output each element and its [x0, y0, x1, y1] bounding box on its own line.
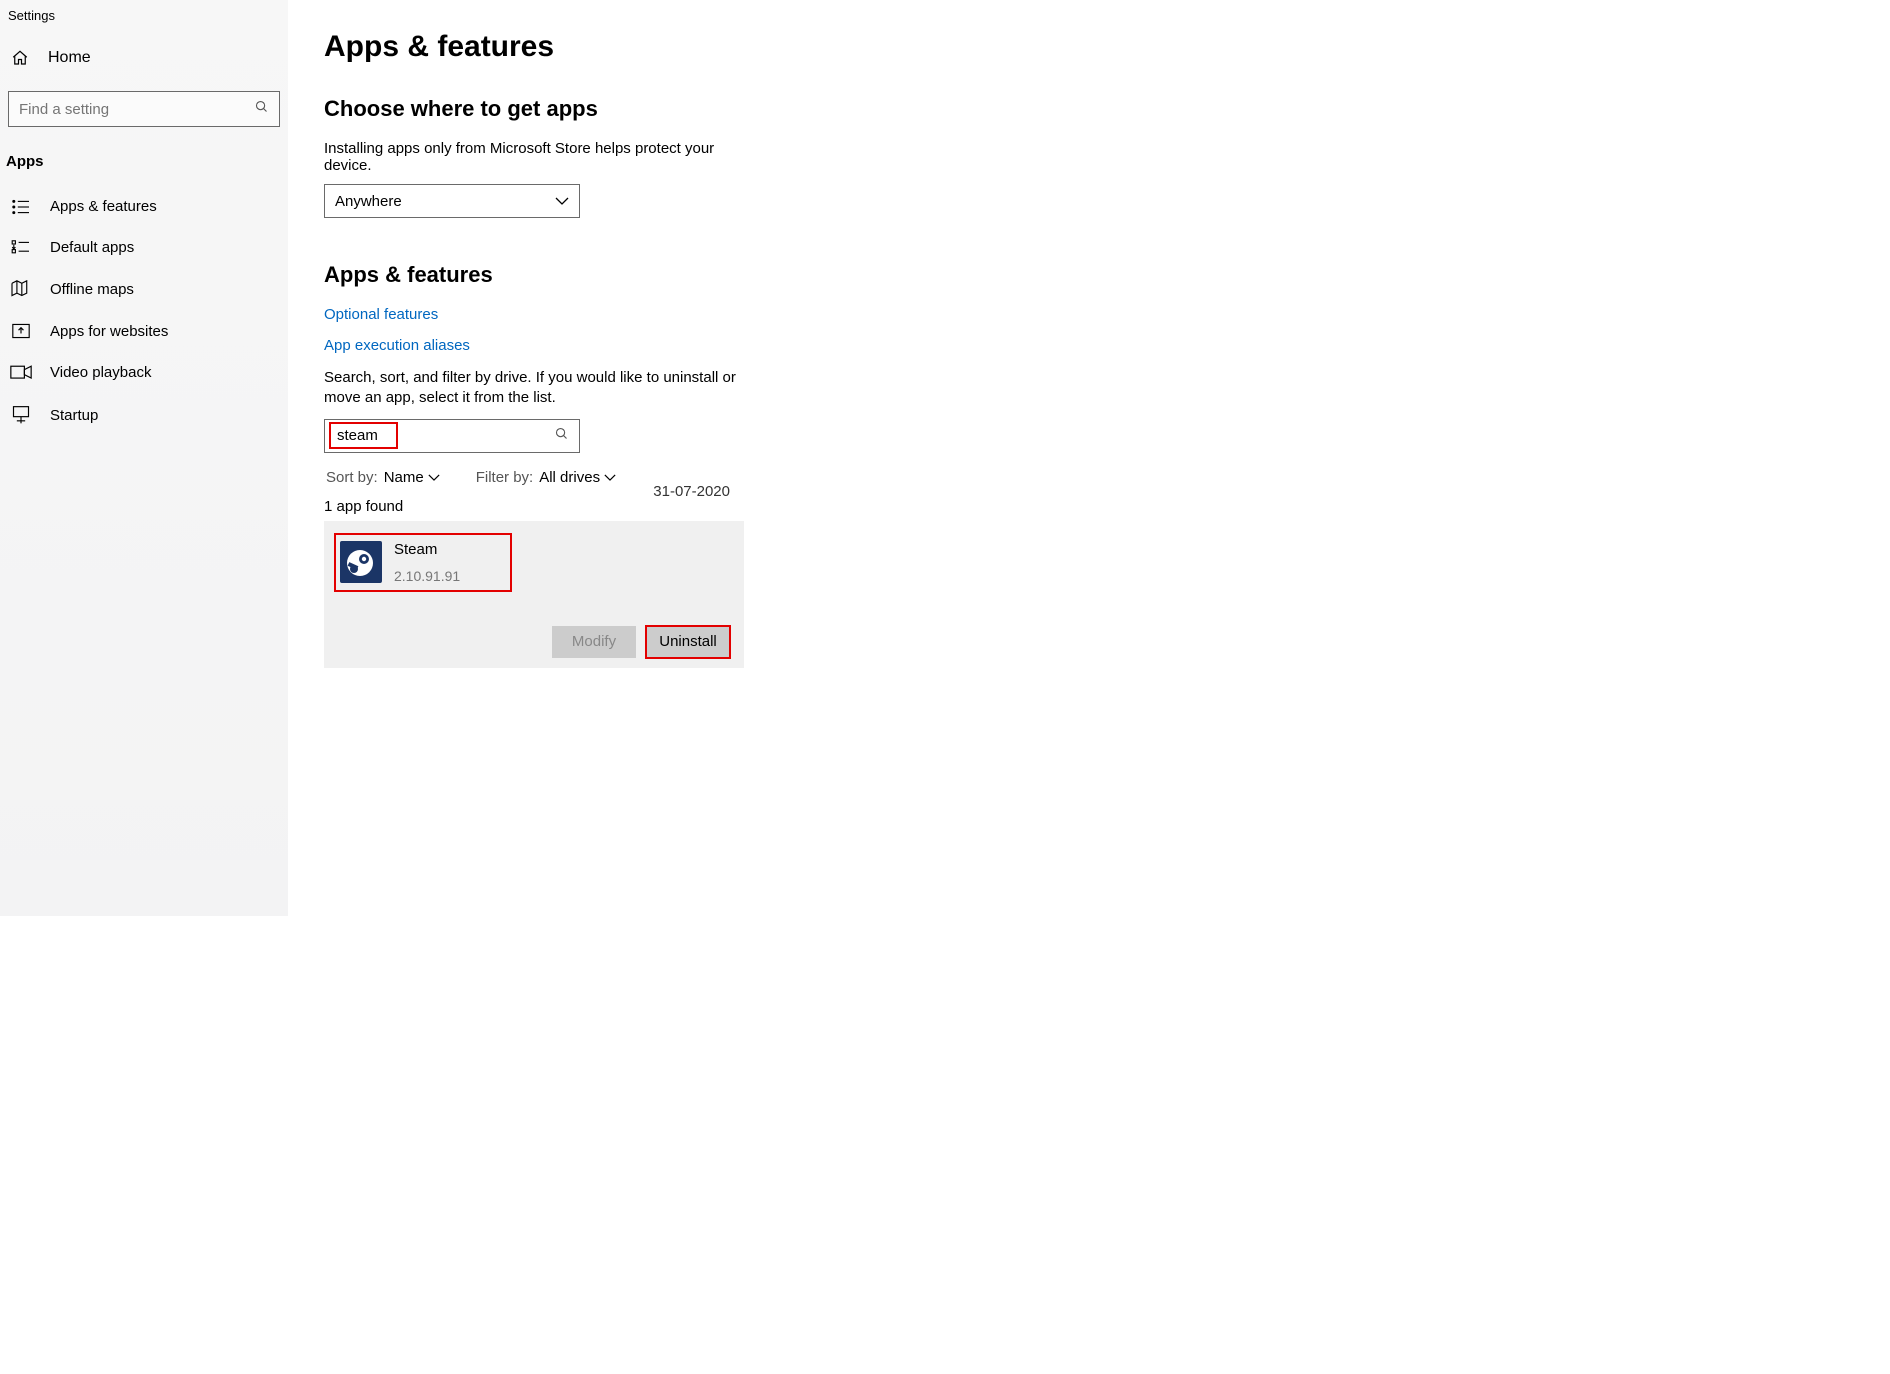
apps-features-icon [10, 199, 32, 215]
list-description: Search, sort, and filter by drive. If yo… [324, 368, 739, 409]
default-apps-icon [10, 240, 32, 256]
filter-by-dropdown[interactable]: Filter by: All drives [476, 469, 616, 486]
main-content: Apps & features Choose where to get apps… [288, 0, 1260, 916]
app-execution-aliases-link[interactable]: App execution aliases [324, 337, 1244, 354]
choose-heading: Choose where to get apps [324, 96, 1244, 122]
settings-search[interactable] [8, 91, 280, 127]
chevron-down-icon [428, 469, 440, 486]
app-item-version: 2.10.91.91 [394, 568, 460, 584]
app-source-dropdown[interactable]: Anywhere [324, 184, 580, 218]
window-title: Settings [4, 6, 284, 41]
optional-features-link[interactable]: Optional features [324, 306, 1244, 323]
uninstall-button[interactable]: Uninstall [646, 626, 730, 658]
sidebar-item-offline-maps[interactable]: Offline maps [4, 268, 284, 310]
sidebar-item-label: Offline maps [50, 281, 134, 298]
sidebar-item-startup[interactable]: Startup [4, 393, 284, 437]
apps-features-heading: Apps & features [324, 262, 1244, 288]
apps-for-websites-icon [10, 322, 32, 340]
modify-button: Modify [552, 626, 636, 658]
sidebar-section-title: Apps [4, 151, 284, 186]
offline-maps-icon [10, 280, 32, 298]
sidebar-item-default-apps[interactable]: Default apps [4, 227, 284, 268]
sort-by-value: Name [384, 469, 424, 486]
app-list-search-value: steam [337, 427, 378, 444]
sidebar-item-video-playback[interactable]: Video playback [4, 352, 284, 393]
sidebar-item-label: Startup [50, 407, 98, 424]
startup-icon [10, 405, 32, 425]
sidebar-item-apps-for-websites[interactable]: Apps for websites [4, 310, 284, 352]
sidebar-item-label: Default apps [50, 239, 134, 256]
app-item-name: Steam [394, 541, 460, 558]
video-playback-icon [10, 365, 32, 381]
home-nav[interactable]: Home [4, 41, 284, 75]
sort-by-dropdown[interactable]: Sort by: Name [326, 469, 440, 486]
chevron-down-icon [555, 193, 569, 210]
home-icon [10, 49, 30, 67]
filter-by-value: All drives [539, 469, 600, 486]
app-list-search[interactable]: steam [324, 419, 580, 453]
home-label: Home [48, 49, 91, 67]
app-list-item[interactable]: Steam 2.10.91.91 31-07-2020 Modify Unins… [324, 521, 744, 668]
sidebar-item-label: Video playback [50, 364, 151, 381]
filter-by-label: Filter by: [476, 469, 534, 486]
search-icon [254, 99, 269, 119]
sidebar: Settings Home Apps Apps & features Defa [0, 0, 288, 916]
sidebar-item-label: Apps for websites [50, 323, 168, 340]
chevron-down-icon [604, 469, 616, 486]
choose-description: Installing apps only from Microsoft Stor… [324, 140, 754, 174]
app-count: 1 app found [324, 498, 1244, 515]
search-icon [554, 426, 569, 445]
settings-search-input[interactable] [19, 101, 219, 118]
sidebar-item-label: Apps & features [50, 198, 157, 215]
page-title: Apps & features [324, 30, 1244, 64]
sidebar-item-apps-features[interactable]: Apps & features [4, 186, 284, 227]
app-source-value: Anywhere [335, 193, 402, 210]
app-item-date: 31-07-2020 [653, 483, 730, 500]
sort-by-label: Sort by: [326, 469, 378, 486]
steam-app-icon [340, 541, 382, 583]
